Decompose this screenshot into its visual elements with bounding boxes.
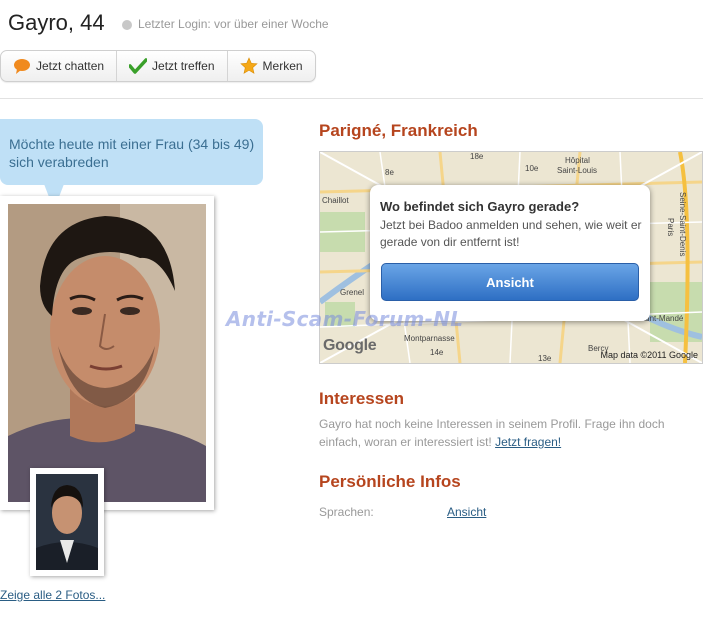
map-label-18e: 18e [470,152,484,161]
map-label-10e: 10e [525,164,539,173]
map-label-hopital: Hôpital [565,156,590,165]
google-logo: Google [323,337,377,354]
popup-text: Jetzt bei Badoo anmelden und sehen, wie … [380,218,642,249]
map-copyright: Map data ©2011 Google [600,350,698,360]
map-label-13e: 13e [538,354,552,363]
location-map[interactable]: 18e 10e Hôpital Saint-Louis Chaillot 8e … [319,151,703,364]
map-label-saint-louis: Saint-Louis [557,166,598,175]
status-message-bubble: Möchte heute mit einer Frau (34 bis 49) … [0,119,263,185]
profile-name-age: Gayro, 44 [8,10,105,35]
meet-button-label: Jetzt treffen [152,59,215,73]
ask-now-link[interactable]: Jetzt fragen! [495,435,561,449]
popup-title: Wo befindet sich Gayro gerade? [380,199,580,214]
chat-button[interactable]: Jetzt chatten [1,51,118,81]
main-profile-photo[interactable] [0,196,214,510]
meet-button[interactable]: Jetzt treffen [117,51,228,81]
location-popup: Wo befindet sich Gayro gerade? Jetzt bei… [370,185,650,321]
interests-text: Gayro hat noch keine Interessen in seine… [319,415,699,451]
chat-button-label: Jetzt chatten [36,59,105,73]
action-bar: Jetzt chatten Jetzt treffen Merken [0,50,316,82]
map-label-chaillot: Chaillot [322,196,349,205]
map-label-seine-saint-denis: Seine-Saint-Denis [678,192,687,257]
last-login-text: Letzter Login: vor über einer Woche [138,17,329,31]
profile-photo-thumbnail[interactable] [30,468,104,576]
map-label-montparnasse: Montparnasse [404,334,455,343]
save-favorite-button[interactable]: Merken [228,51,315,81]
interests-heading: Interessen [319,389,405,408]
map-label-paris: Paris [666,218,675,237]
location-heading: Parigné, Frankreich [319,121,478,140]
map-label-14e: 14e [430,348,444,357]
offline-status-dot [122,20,132,30]
interests-description: Gayro hat noch keine Interessen in seine… [319,417,665,449]
languages-label: Sprachen: [319,505,374,519]
personal-info-heading: Persönliche Infos [319,472,461,491]
chat-bubble-icon [13,57,31,75]
show-all-photos-link[interactable]: Zeige alle 2 Fotos... [0,588,105,602]
save-favorite-label: Merken [262,59,303,73]
checkmark-icon [128,57,148,75]
watermark-text: Anti-Scam-Forum-NL [226,307,464,331]
star-icon [239,57,258,75]
map-label-8e: 8e [385,168,394,177]
languages-view-link[interactable]: Ansicht [447,505,486,519]
view-location-button[interactable]: Ansicht [381,263,639,301]
header-divider [0,98,703,99]
map-label-grenelle: Grenel [340,288,365,297]
